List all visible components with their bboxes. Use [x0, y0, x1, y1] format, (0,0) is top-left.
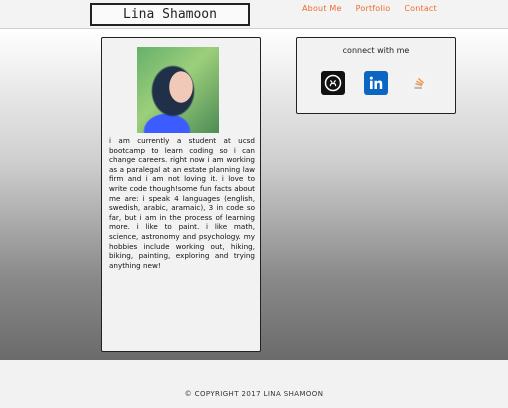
- top-header: Lina Shamoon About Me Portfolio Contact: [0, 0, 508, 29]
- about-card: I am currently a student at UCSD bootcam…: [101, 37, 261, 352]
- stackoverflow-icon[interactable]: [407, 71, 431, 95]
- site-logo[interactable]: Lina Shamoon: [90, 3, 250, 26]
- linkedin-icon[interactable]: [364, 71, 388, 95]
- nav-portfolio[interactable]: Portfolio: [356, 4, 391, 13]
- connect-title: Connect with me: [342, 46, 410, 55]
- footer-copyright: © Copyright 2017 Lina Shamoon: [184, 390, 324, 398]
- nav-contact[interactable]: Contact: [404, 4, 437, 13]
- stackoverflow-glyph: [414, 77, 425, 89]
- nav-about-me[interactable]: About Me: [302, 4, 342, 13]
- main-nav: About Me Portfolio Contact: [302, 4, 437, 13]
- social-links: [321, 71, 431, 95]
- github-icon[interactable]: [321, 71, 345, 95]
- github-glyph: [324, 74, 342, 92]
- linkedin-glyph: [369, 76, 383, 89]
- connect-card: Connect with me: [296, 37, 456, 114]
- about-bio-text: I am currently a student at UCSD bootcam…: [109, 136, 255, 270]
- profile-photo: [137, 47, 219, 133]
